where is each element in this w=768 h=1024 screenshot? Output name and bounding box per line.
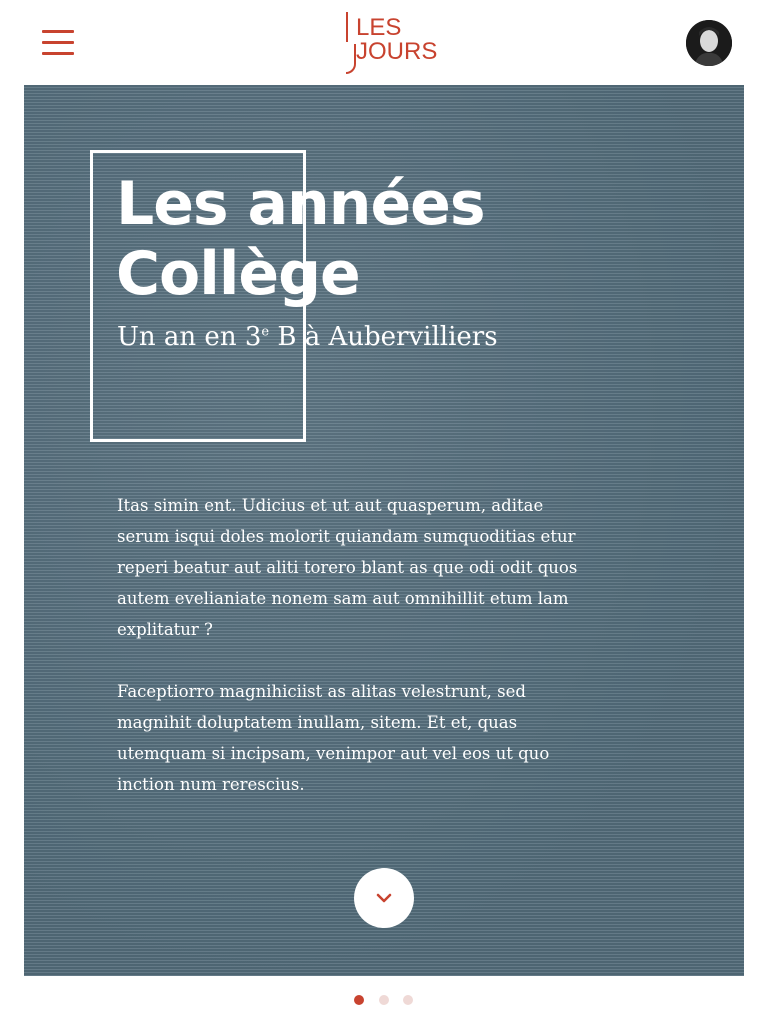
intro-paragraph-2: Faceptiorro magnihiciist as alitas veles… (117, 682, 550, 794)
hero-panel: Les années Collège Un an en 3e B à Auber… (24, 85, 744, 976)
pagination-dot[interactable] (403, 995, 413, 1005)
pagination-dot[interactable] (379, 995, 389, 1005)
site-logo[interactable]: LES JOURS (343, 12, 437, 74)
logo-text-line1: LES (356, 14, 402, 41)
hero-subtitle: Un an en 3e B à Aubervilliers (117, 322, 498, 352)
logo-mark (346, 44, 356, 74)
subtitle-text: Un an en 3 (117, 322, 262, 352)
hero-title-line2: Collège (116, 239, 361, 309)
hamburger-icon-line (42, 41, 74, 44)
pagination-dot-active[interactable] (354, 995, 364, 1005)
intro-paragraph-1: Itas simin ent. Udicius et ut aut quaspe… (117, 496, 578, 639)
top-bar: LES JOURS (0, 0, 768, 85)
chevron-down-icon (376, 893, 392, 903)
logo-mark (346, 12, 348, 42)
menu-button[interactable] (42, 30, 74, 56)
hamburger-icon-line (42, 52, 74, 55)
subtitle-superscript: e (261, 324, 270, 340)
scroll-down-button[interactable] (354, 868, 414, 928)
pagination-dots (354, 995, 414, 1007)
avatar-image (686, 20, 732, 66)
hamburger-icon-line (42, 30, 74, 33)
user-avatar[interactable] (686, 20, 732, 66)
subtitle-text: B à Aubervilliers (269, 322, 498, 352)
hero-title-line1: Les années (116, 169, 486, 239)
logo-text-line2: JOURS (356, 38, 438, 65)
